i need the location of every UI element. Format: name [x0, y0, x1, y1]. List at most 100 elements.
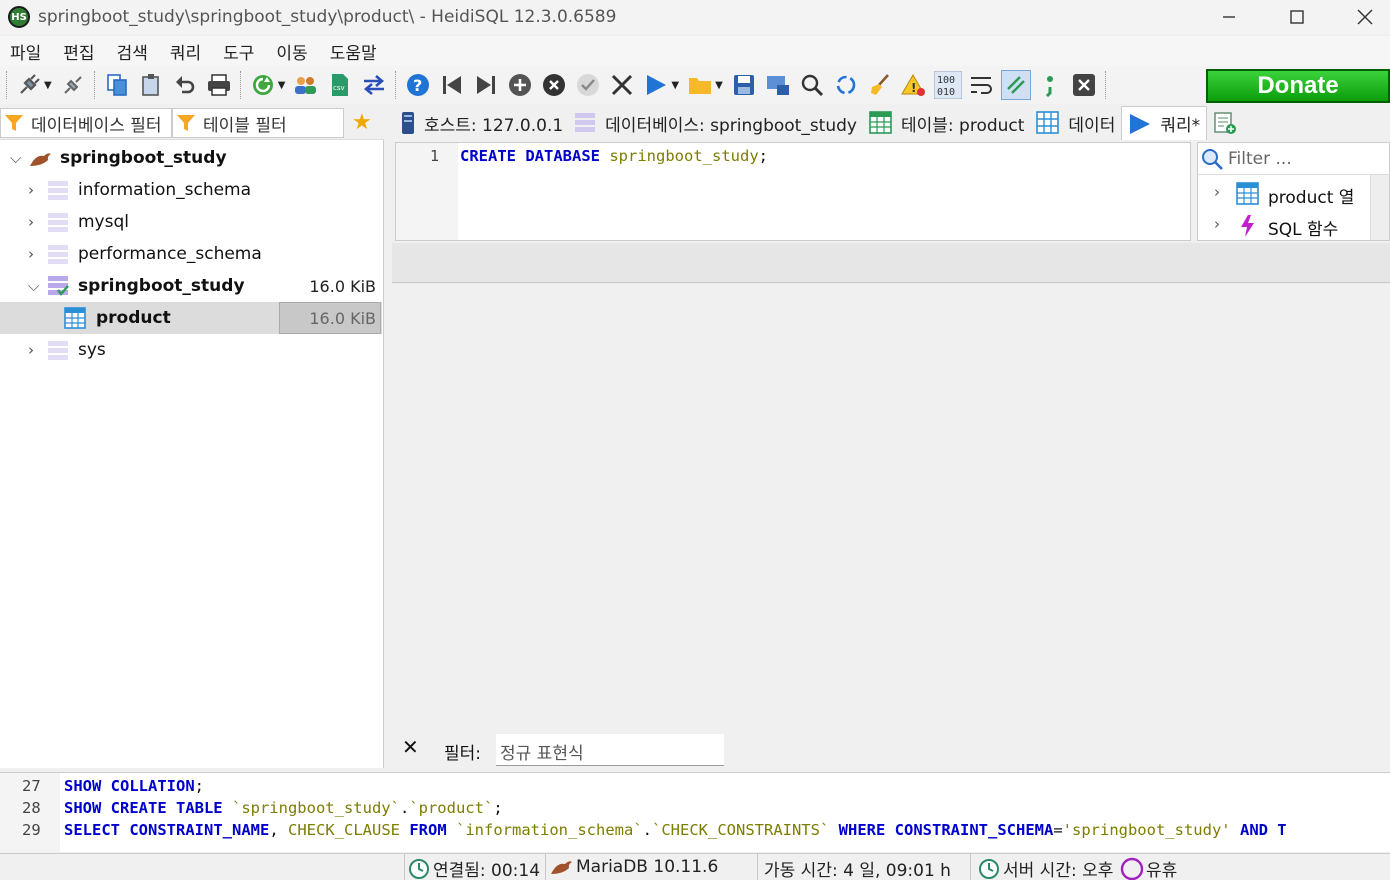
chevron-right-icon[interactable]: ›: [28, 245, 34, 263]
chevron-right-icon[interactable]: ›: [28, 341, 34, 359]
open-file-dropdown-icon[interactable]: ▼: [715, 80, 723, 91]
delete-record-button[interactable]: [539, 70, 569, 100]
connect-button[interactable]: [14, 70, 44, 100]
helper-filter-input[interactable]: Filter ...: [1198, 143, 1390, 175]
log-line-number: 29: [22, 821, 41, 839]
undo-button[interactable]: [170, 70, 200, 100]
chevron-right-icon[interactable]: ›: [1214, 183, 1220, 201]
menu-search[interactable]: 검색: [107, 39, 160, 64]
database-filter-input[interactable]: 데이터베이스 필터: [0, 108, 172, 138]
semicolon-icon: [1045, 76, 1053, 97]
database-filter-placeholder: 데이터베이스 필터: [31, 115, 162, 136]
tab-data[interactable]: 데이터: [1030, 106, 1121, 140]
cancel-edit-button[interactable]: [607, 70, 637, 100]
helper-item-sql-functions[interactable]: › SQL 함수: [1198, 211, 1370, 241]
close-filter-icon[interactable]: ✕: [402, 735, 419, 759]
sql-log-panel[interactable]: 27 28 29 SHOW COLLATION; SHOW CREATE TAB…: [0, 772, 1390, 852]
tree-item-sys[interactable]: › sys: [0, 334, 382, 366]
status-uptime-text: 가동 시간: 4 일, 09:01 h: [764, 861, 951, 880]
paste-button[interactable]: [136, 70, 166, 100]
sql-column: CHECK_CLAUSE: [288, 821, 400, 839]
table-filter-input[interactable]: 테이블 필터: [172, 108, 344, 138]
chevron-down-icon[interactable]: ⌵: [10, 149, 21, 167]
data-transfer-button[interactable]: [359, 70, 389, 100]
refresh-dropdown-icon[interactable]: ▼: [278, 80, 286, 91]
post-edit-button[interactable]: [573, 70, 603, 100]
tree-item-performance-schema[interactable]: › performance_schema: [0, 238, 382, 270]
sql-column: CONSTRAINT_SCHEMA: [894, 821, 1054, 839]
chevron-down-icon[interactable]: ⌵: [28, 277, 39, 295]
tab-query[interactable]: 쿼리*: [1121, 106, 1208, 140]
insert-record-button[interactable]: [505, 70, 535, 100]
tree-root-session[interactable]: ⌵ springboot_study: [0, 142, 382, 174]
connect-dropdown-icon[interactable]: ▼: [44, 80, 52, 91]
chevron-right-icon[interactable]: ›: [28, 213, 34, 231]
save-sql-button[interactable]: [729, 70, 759, 100]
status-server-time: 서버 시간: 오후: [978, 856, 1120, 880]
print-button[interactable]: [204, 70, 234, 100]
regex-filter-input[interactable]: 정규 표현식: [496, 734, 724, 766]
reformat-sql-button[interactable]: [865, 70, 895, 100]
run-dropdown-icon[interactable]: ▼: [671, 80, 679, 91]
favorites-star-icon[interactable]: ★: [352, 110, 372, 135]
user-manager-button[interactable]: [291, 70, 321, 100]
open-sql-file-button[interactable]: [685, 70, 715, 100]
maximize-button[interactable]: [1262, 0, 1332, 34]
helper-scrollbar[interactable]: [1370, 175, 1389, 240]
helper-item-columns[interactable]: › product 열: [1198, 179, 1370, 209]
help-button[interactable]: ?: [403, 70, 433, 100]
tab-database-label: 데이터베이스: springboot_study: [605, 115, 857, 136]
export-csv-button[interactable]: csv: [325, 70, 355, 100]
helper-filter-placeholder: Filter ...: [1228, 148, 1292, 169]
new-query-tab-button[interactable]: [1207, 106, 1251, 140]
menu-tools[interactable]: 도구: [213, 39, 266, 64]
find-replace-button[interactable]: [831, 70, 861, 100]
word-wrap-button[interactable]: [967, 70, 997, 100]
minimize-button[interactable]: [1194, 0, 1264, 34]
sql-identifier: springboot_study: [609, 147, 759, 165]
find-button[interactable]: [797, 70, 827, 100]
close-icon: [1357, 9, 1373, 25]
filter-label: 필터:: [444, 744, 482, 764]
maximize-icon: [1290, 10, 1304, 24]
users-icon: [295, 77, 317, 94]
tree-item-springboot-study[interactable]: ⌵ springboot_study 16.0 KiB: [0, 270, 382, 302]
close-window-button[interactable]: [1330, 0, 1390, 34]
server-icon: [402, 112, 414, 134]
sql-symbol: ;: [758, 147, 768, 165]
menu-query[interactable]: 쿼리: [160, 39, 213, 64]
menu-edit[interactable]: 편집: [53, 39, 106, 64]
run-query-button[interactable]: [641, 70, 671, 100]
donate-button[interactable]: Donate: [1206, 69, 1390, 103]
tree-item-information-schema[interactable]: › information_schema: [0, 174, 382, 206]
tree-item-product-table[interactable]: product 16.0 KiB: [0, 302, 382, 334]
save-snippet-button[interactable]: [763, 70, 793, 100]
sql-keyword: AND T: [1239, 821, 1287, 839]
semicolon-button[interactable]: [1035, 70, 1065, 100]
copy-button[interactable]: [102, 70, 132, 100]
disconnect-button[interactable]: [58, 70, 88, 100]
tab-table[interactable]: 테이블: product: [863, 106, 1030, 140]
database-name: springboot_study: [78, 276, 245, 296]
close-query-tab-button[interactable]: [1069, 70, 1099, 100]
menu-go[interactable]: 이동: [266, 39, 319, 64]
tab-database[interactable]: 데이터베이스: springboot_study: [569, 106, 863, 140]
menu-help[interactable]: 도움말: [320, 39, 389, 64]
binary-display-button[interactable]: 100 010: [933, 70, 963, 100]
last-record-button[interactable]: [471, 70, 501, 100]
clock-icon: [409, 858, 429, 879]
status-server-text: MariaDB 10.11.6: [576, 857, 719, 877]
tab-host[interactable]: 호스트: 127.0.0.1: [392, 106, 569, 140]
menu-file[interactable]: 파일: [0, 39, 53, 64]
tree-item-mysql[interactable]: › mysql: [0, 206, 382, 238]
chevron-right-icon[interactable]: ›: [1214, 215, 1220, 233]
autocomplete-button[interactable]: [1000, 70, 1031, 100]
helper-item-label: SQL 함수: [1268, 220, 1339, 240]
sql-editor[interactable]: 1 CREATE DATABASE springboot_study;: [395, 142, 1191, 241]
transfer-arrows-icon: [364, 75, 385, 95]
warnings-button[interactable]: !: [899, 70, 929, 100]
refresh-button[interactable]: [248, 70, 278, 100]
first-record-button[interactable]: [437, 70, 467, 100]
log-line-27: SHOW COLLATION;: [64, 777, 204, 795]
chevron-right-icon[interactable]: ›: [28, 181, 34, 199]
